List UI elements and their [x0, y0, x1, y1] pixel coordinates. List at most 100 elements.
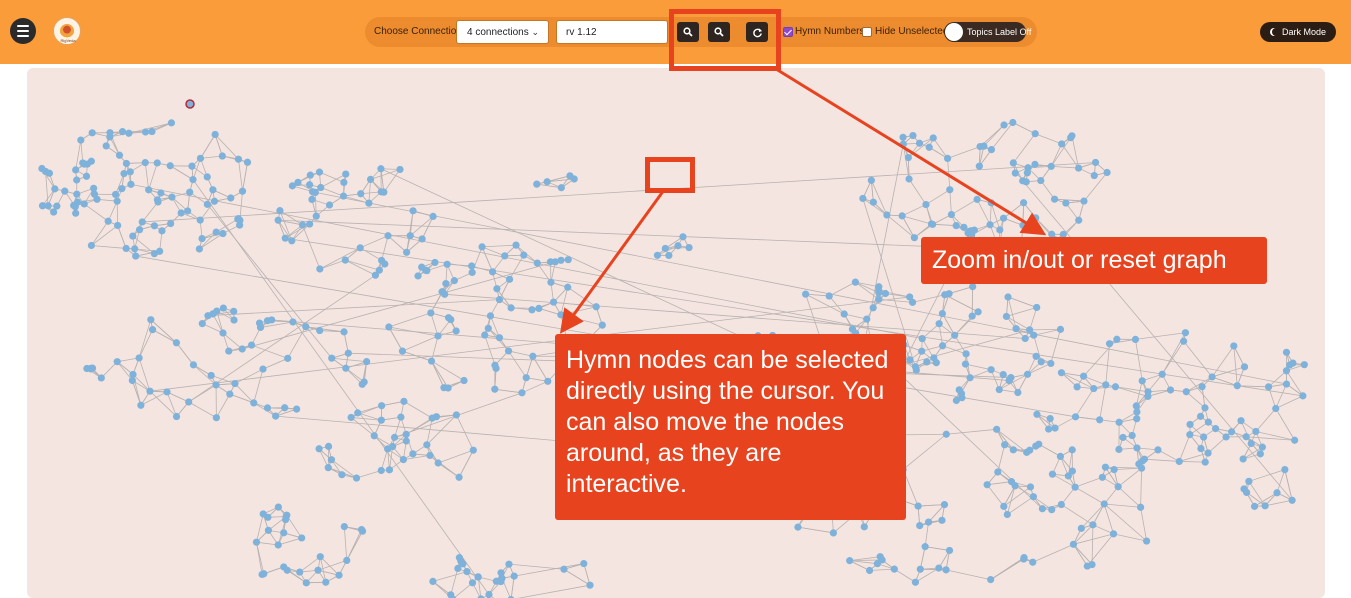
- hymn-node[interactable]: [316, 553, 324, 561]
- selected-hymn-node[interactable]: [185, 99, 195, 109]
- hymn-node[interactable]: [135, 226, 144, 234]
- hymn-node[interactable]: [347, 413, 355, 422]
- hymn-node[interactable]: [418, 235, 426, 243]
- hymn-node[interactable]: [252, 538, 261, 546]
- hymn-node[interactable]: [1026, 483, 1035, 491]
- hymn-node[interactable]: [1090, 171, 1098, 180]
- hymn-node[interactable]: [172, 412, 181, 421]
- hymn-node[interactable]: [1132, 402, 1140, 410]
- hymn-node[interactable]: [921, 543, 929, 551]
- hymn-node[interactable]: [398, 347, 407, 355]
- hymn-node[interactable]: [363, 358, 371, 366]
- hymn-node[interactable]: [1050, 195, 1059, 203]
- hymn-node[interactable]: [79, 159, 87, 167]
- hymn-node[interactable]: [234, 155, 243, 163]
- hymn-node[interactable]: [987, 146, 996, 154]
- hymn-node[interactable]: [915, 139, 924, 147]
- hymn-node[interactable]: [138, 218, 146, 226]
- hymn-node[interactable]: [987, 366, 995, 374]
- hymn-node[interactable]: [118, 128, 127, 136]
- hymn-node[interactable]: [452, 411, 461, 419]
- hymn-node[interactable]: [1198, 383, 1206, 391]
- hymn-node[interactable]: [1289, 359, 1297, 367]
- hymn-node[interactable]: [1204, 418, 1212, 426]
- connections-select[interactable]: 4 connections ⌄: [456, 20, 549, 44]
- dark-mode-button[interactable]: Dark Mode: [1260, 22, 1336, 42]
- hymn-node[interactable]: [1091, 158, 1100, 167]
- hymn-node[interactable]: [185, 398, 193, 406]
- hymn-node[interactable]: [158, 227, 166, 235]
- hymn-node[interactable]: [491, 385, 499, 393]
- hymn-node[interactable]: [935, 320, 943, 328]
- hymn-node[interactable]: [1047, 162, 1055, 170]
- hymn-node[interactable]: [1258, 443, 1266, 451]
- hymn-node[interactable]: [1048, 470, 1057, 478]
- hymn-node[interactable]: [283, 566, 291, 574]
- hymn-node[interactable]: [354, 409, 362, 417]
- hymn-node[interactable]: [557, 184, 565, 192]
- hymn-node[interactable]: [281, 234, 289, 242]
- hymn-node[interactable]: [960, 223, 968, 231]
- hymn-node[interactable]: [1046, 415, 1054, 423]
- hymn-node[interactable]: [308, 195, 316, 204]
- hymn-node[interactable]: [380, 188, 388, 196]
- hymn-node[interactable]: [284, 354, 292, 362]
- hymn-node[interactable]: [339, 192, 348, 200]
- hymn-node[interactable]: [546, 258, 555, 266]
- hymn-numbers-checkbox[interactable]: [783, 27, 793, 37]
- hymn-node[interactable]: [38, 164, 46, 173]
- hymn-node[interactable]: [906, 356, 914, 364]
- hymn-node[interactable]: [890, 565, 898, 573]
- hymn-node[interactable]: [399, 455, 408, 464]
- hymn-node[interactable]: [976, 143, 984, 151]
- hymn-node[interactable]: [580, 559, 588, 568]
- hymn-node[interactable]: [557, 311, 565, 319]
- hymn-node[interactable]: [846, 557, 854, 565]
- hymn-node[interactable]: [328, 354, 336, 362]
- hymn-node[interactable]: [1158, 370, 1166, 378]
- hymn-node[interactable]: [1005, 376, 1013, 385]
- hymn-node[interactable]: [127, 180, 135, 188]
- hymn-node[interactable]: [406, 232, 414, 240]
- hymn-node[interactable]: [298, 534, 306, 542]
- hymn-node[interactable]: [1143, 537, 1151, 545]
- hymn-node[interactable]: [938, 342, 947, 350]
- hymn-node[interactable]: [910, 234, 918, 242]
- hymn-node[interactable]: [414, 272, 422, 280]
- hymn-node[interactable]: [945, 546, 954, 555]
- hymn-node[interactable]: [665, 251, 673, 260]
- hymn-node[interactable]: [1019, 177, 1027, 185]
- hymn-node[interactable]: [1109, 530, 1118, 538]
- hymn-node[interactable]: [157, 189, 165, 197]
- hymn-node[interactable]: [1057, 500, 1065, 509]
- hymn-node[interactable]: [238, 345, 246, 353]
- hymn-node[interactable]: [114, 221, 122, 230]
- hymn-node[interactable]: [1299, 392, 1307, 400]
- hymn-node[interactable]: [432, 413, 441, 421]
- hymn-node[interactable]: [1175, 457, 1183, 466]
- hymn-node[interactable]: [860, 523, 868, 531]
- hymn-node[interactable]: [1114, 483, 1122, 491]
- hymn-node[interactable]: [90, 190, 99, 198]
- hymn-node[interactable]: [1032, 352, 1040, 360]
- hymn-node[interactable]: [51, 185, 59, 193]
- hymn-node[interactable]: [1069, 540, 1078, 548]
- hymn-node[interactable]: [188, 162, 196, 170]
- hymn-node[interactable]: [1035, 440, 1043, 448]
- hymn-node[interactable]: [999, 214, 1008, 222]
- hymn-node[interactable]: [1098, 473, 1106, 481]
- hymn-node[interactable]: [459, 560, 467, 568]
- hymn-node[interactable]: [1144, 388, 1152, 396]
- hymn-node[interactable]: [899, 140, 907, 148]
- hymn-node[interactable]: [378, 402, 386, 410]
- hymn-node[interactable]: [865, 566, 874, 575]
- hymn-node[interactable]: [163, 388, 171, 396]
- hymn-node[interactable]: [153, 159, 161, 167]
- hymn-node[interactable]: [88, 129, 96, 137]
- hymn-node[interactable]: [974, 308, 982, 316]
- hymn-node[interactable]: [147, 316, 155, 324]
- hymn-node[interactable]: [1196, 412, 1205, 420]
- hymn-node[interactable]: [167, 119, 176, 127]
- hymn-node[interactable]: [443, 260, 451, 268]
- hymn-node[interactable]: [1012, 325, 1020, 333]
